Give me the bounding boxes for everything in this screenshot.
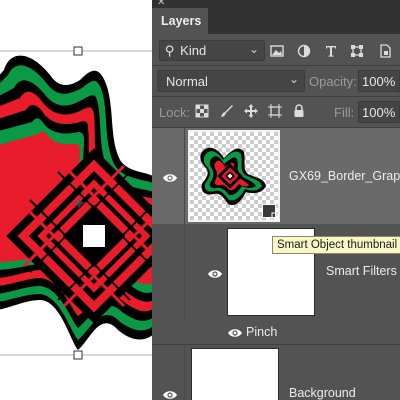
eye-icon[interactable] (162, 172, 178, 182)
chevron-down-icon: ⌄ (288, 72, 299, 86)
adjustment-filter-icon[interactable] (297, 44, 311, 58)
lock-position-icon[interactable] (244, 104, 258, 118)
shape-filter-icon[interactable] (350, 44, 364, 58)
background-thumbnail[interactable] (191, 348, 279, 400)
search-icon: ⚲ (165, 43, 175, 58)
divider (152, 65, 400, 66)
divider (184, 345, 185, 400)
image-filter-icon[interactable] (270, 44, 284, 58)
layer-name[interactable]: GX69_Border_Graphic (289, 169, 400, 183)
eye-icon[interactable] (227, 327, 243, 337)
filter-kind-label: Kind (180, 43, 207, 58)
layer-name[interactable]: Background (289, 386, 356, 400)
filter-name[interactable]: Pinch (246, 325, 277, 339)
tooltip: Smart Object thumbnail (272, 236, 400, 254)
filter-kind-select[interactable]: ⚲ Kind ⌄ (159, 40, 265, 61)
blend-mode-value: Normal (166, 74, 208, 89)
opacity-label: Opacity: (309, 74, 357, 89)
eye-icon[interactable] (207, 268, 223, 278)
blend-mode-select[interactable]: Normal ⌄ (157, 70, 305, 92)
smart-object-thumbnail[interactable] (188, 130, 280, 222)
lock-label: Lock: (159, 105, 191, 120)
layer-name[interactable]: Smart Filters (326, 264, 397, 278)
lock-all-icon[interactable] (292, 104, 306, 118)
divider (184, 128, 185, 224)
border-graphic (0, 46, 152, 360)
panel-title-bar: ✕ (152, 0, 400, 8)
thumbnail-graphic (200, 147, 266, 206)
lock-transparent-pixels-icon[interactable] (195, 104, 209, 118)
fill-input[interactable]: 100% (358, 101, 400, 123)
lock-image-pixels-icon[interactable] (220, 104, 234, 118)
layer-row-filter-pinch[interactable]: Pinch (152, 320, 400, 344)
smart-object-filter-icon[interactable] (378, 44, 392, 58)
smart-object-badge-icon (262, 204, 279, 222)
lock-row: Lock: Fill: 100% (152, 97, 400, 127)
document-canvas[interactable] (0, 0, 152, 400)
eye-icon[interactable] (162, 389, 178, 399)
layer-row-background[interactable]: Background (152, 344, 400, 400)
blend-row: Normal ⌄ Opacity: 100% (152, 67, 400, 95)
opacity-input[interactable]: 100% (358, 70, 400, 92)
layer-row-smart-object[interactable]: GX69_Border_Graphic (152, 128, 400, 224)
layer-filter-row: ⚲ Kind ⌄ (152, 36, 400, 64)
chevron-down-icon: ⌄ (248, 42, 259, 56)
layers-panel: ✕ Layers ⚲ Kind ⌄ Normal ⌄ Opacity: 100%… (152, 0, 400, 400)
layers-list: GX69_Border_Graphic Smart Filters Pinch (152, 128, 400, 400)
fill-label: Fill: (334, 105, 355, 120)
tab-layers[interactable]: Layers (152, 8, 208, 34)
type-filter-icon[interactable] (324, 44, 338, 58)
panel-tab-row: Layers (152, 8, 400, 34)
lock-artboard-icon[interactable] (268, 104, 282, 118)
